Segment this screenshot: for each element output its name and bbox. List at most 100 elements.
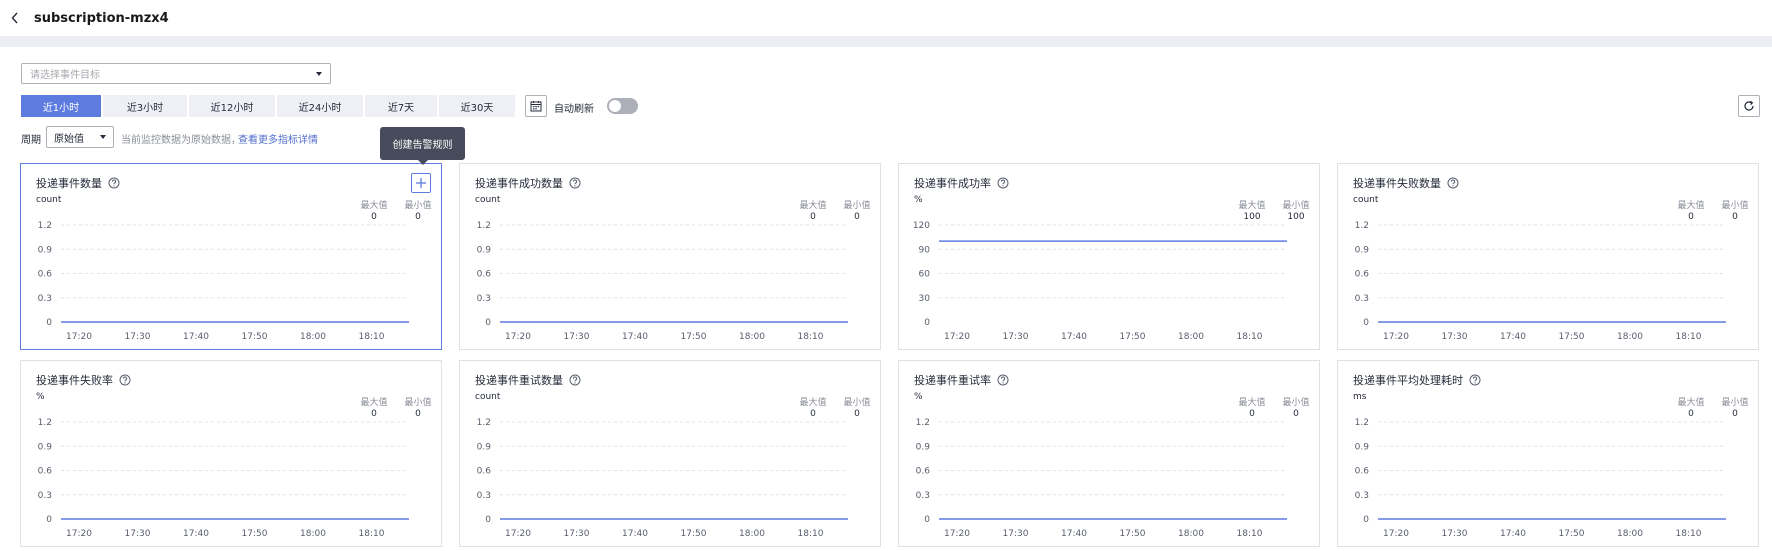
y-tick-label: 90 (919, 245, 931, 255)
y-tick-label: 0.3 (1355, 491, 1369, 501)
range-3h-button[interactable]: 近3小时 (103, 95, 187, 117)
period-hint: 当前监控数据为原始数据， (121, 135, 241, 146)
metric-card: 投递事件重试数量 count 最大值 0 最小值 0 0 0.3 0.6 0.9 1.2 17:20 1… (459, 360, 881, 547)
chevron-down-icon (100, 135, 106, 139)
x-tick-label: 17:50 (1559, 529, 1585, 539)
x-tick-label: 17:30 (1442, 332, 1468, 342)
metric-chart: 0 30 60 90 120 17:20 17:30 17:40 17:50 18:00 18:10 (913, 221, 1287, 342)
x-tick-label: 18:00 (1617, 332, 1643, 342)
x-tick-label: 18:10 (359, 529, 385, 539)
metric-card: 投递事件重试率% 最大值 0 最小值 0 0 0.3 0.6 0.9 1.2 17:20 17:30 1… (898, 360, 1320, 547)
x-tick-label: 18:10 (1237, 332, 1263, 342)
y-tick-label: 0.9 (477, 245, 492, 255)
metric-card: 投递事件成功率% 最大值 100 最小值 100 0 30 60 90 120 17:20 17:30… (898, 163, 1320, 350)
x-tick-label: 17:50 (1120, 332, 1146, 342)
x-tick-label: 17:50 (681, 529, 707, 539)
x-tick-label: 18:00 (739, 332, 765, 342)
x-tick-label: 18:00 (300, 332, 326, 342)
y-tick-label: 0.3 (916, 491, 930, 501)
y-tick-label: 1.2 (916, 418, 930, 428)
y-tick-label: 0.3 (477, 294, 491, 304)
y-tick-label: 0.6 (38, 467, 53, 477)
x-tick-label: 17:20 (66, 529, 92, 539)
more-metrics-link[interactable]: 查看更多指标详情 (238, 131, 318, 146)
y-tick-label: 1.2 (477, 221, 491, 231)
x-tick-label: 17:40 (622, 332, 648, 342)
x-tick-label: 17:30 (1003, 332, 1029, 342)
metric-chart: 0 0.3 0.6 0.9 1.2 17:20 17:30 17:40 17:50 18:00 18… (1355, 221, 1726, 342)
range-1h-button[interactable]: 近1小时 (21, 95, 101, 117)
custom-range-button[interactable] (525, 95, 547, 117)
y-tick-label: 0.6 (38, 270, 53, 280)
x-tick-label: 17:30 (1003, 529, 1029, 539)
metric-card: 投递事件成功数量 count 最大值 0 最小值 0 0 0.3 0.6 0.9 1.2 17:20 1… (459, 163, 881, 350)
x-tick-label: 17:50 (1120, 529, 1146, 539)
y-tick-label: 0.3 (38, 294, 52, 304)
chevron-down-icon (316, 71, 322, 76)
x-tick-label: 17:30 (564, 529, 590, 539)
metric-card: 投递事件数量 count 最大值 0 最小值 0 0 0.3 0.6 0.9 1.2 17:20 17:… (20, 163, 442, 350)
create-alarm-tooltip: 创建告警规则 (380, 127, 465, 160)
event-target-select[interactable]: 请选择事件目标 (21, 63, 331, 84)
y-tick-label: 0 (46, 318, 52, 328)
range-7d-button[interactable]: 近7天 (365, 95, 437, 117)
metric-chart: 0 0.3 0.6 0.9 1.2 17:20 17:30 17:40 17:50 18:00 18… (477, 221, 848, 342)
x-tick-label: 18:00 (739, 529, 765, 539)
y-tick-label: 0.9 (38, 442, 53, 452)
x-tick-label: 17:20 (1383, 332, 1409, 342)
y-tick-label: 0.3 (38, 491, 52, 501)
range-24h-button[interactable]: 近24小时 (277, 95, 363, 117)
x-tick-label: 18:10 (798, 529, 824, 539)
range-30d-button[interactable]: 近30天 (439, 95, 515, 117)
y-tick-label: 0.6 (1355, 467, 1370, 477)
x-tick-label: 18:00 (1178, 332, 1204, 342)
calendar-icon (530, 97, 542, 116)
y-tick-label: 1.2 (1355, 418, 1369, 428)
y-tick-label: 0 (924, 318, 930, 328)
x-tick-label: 17:40 (183, 529, 209, 539)
y-tick-label: 0 (485, 318, 491, 328)
metric-card: 投递事件失败数量 count 最大值 0 最小值 0 0 0.3 0.6 0.9 1.2 17:20 1… (1337, 163, 1759, 350)
metric-chart: 0 0.3 0.6 0.9 1.2 17:20 17:30 17:40 17:50 18:00 18… (916, 418, 1287, 539)
x-tick-label: 17:20 (944, 332, 970, 342)
tooltip-arrow (418, 160, 428, 165)
x-tick-label: 17:40 (1061, 529, 1087, 539)
page-title: subscription-mzx4 (34, 10, 169, 26)
x-tick-label: 17:50 (1559, 332, 1585, 342)
range-12h-button[interactable]: 近12小时 (189, 95, 275, 117)
x-tick-label: 17:20 (66, 332, 92, 342)
y-tick-label: 0 (1363, 515, 1369, 525)
y-tick-label: 0.6 (916, 467, 931, 477)
x-tick-label: 18:00 (300, 529, 326, 539)
y-tick-label: 1.2 (1355, 221, 1369, 231)
x-tick-label: 18:10 (359, 332, 385, 342)
y-tick-label: 1.2 (477, 418, 491, 428)
x-tick-label: 17:30 (125, 332, 151, 342)
y-tick-label: 0.3 (477, 491, 491, 501)
metric-card: 投递事件失败率% 最大值 0 最小值 0 0 0.3 0.6 0.9 1.2 17:20 17:30 1… (20, 360, 442, 547)
y-tick-label: 0.3 (1355, 294, 1369, 304)
auto-refresh-toggle[interactable] (607, 98, 638, 114)
metric-chart: 0 0.3 0.6 0.9 1.2 17:20 17:30 17:40 17:50 18:00 18… (477, 418, 848, 539)
y-tick-label: 60 (919, 270, 931, 280)
metric-chart: 0 0.3 0.6 0.9 1.2 17:20 17:30 17:40 17:50 18:00 18… (38, 418, 409, 539)
y-tick-label: 0 (1363, 318, 1369, 328)
x-tick-label: 18:10 (1237, 529, 1263, 539)
auto-refresh-label: 自动刷新 (554, 104, 594, 115)
x-tick-label: 17:40 (622, 529, 648, 539)
refresh-button[interactable] (1738, 95, 1760, 117)
x-tick-label: 17:40 (1500, 332, 1526, 342)
chevron-left-icon[interactable] (8, 8, 22, 28)
metric-chart: 0 0.3 0.6 0.9 1.2 17:20 17:30 17:40 17:50 18:00 18… (1355, 418, 1726, 539)
x-tick-label: 17:50 (242, 529, 268, 539)
header-divider (0, 36, 1772, 47)
period-select[interactable]: 原始值 (46, 126, 114, 148)
metric-card: 投递事件平均处理耗时 ms 最大值 0 最小值 0 0 0.3 0.6 0.9 1.2 17:20 17… (1337, 360, 1759, 547)
x-tick-label: 17:20 (944, 529, 970, 539)
period-value: 原始值 (54, 133, 84, 145)
y-tick-label: 0 (485, 515, 491, 525)
y-tick-label: 0.6 (477, 270, 492, 280)
toggle-knob (609, 100, 621, 112)
x-tick-label: 17:20 (505, 529, 531, 539)
period-label: 周期 (21, 135, 41, 146)
